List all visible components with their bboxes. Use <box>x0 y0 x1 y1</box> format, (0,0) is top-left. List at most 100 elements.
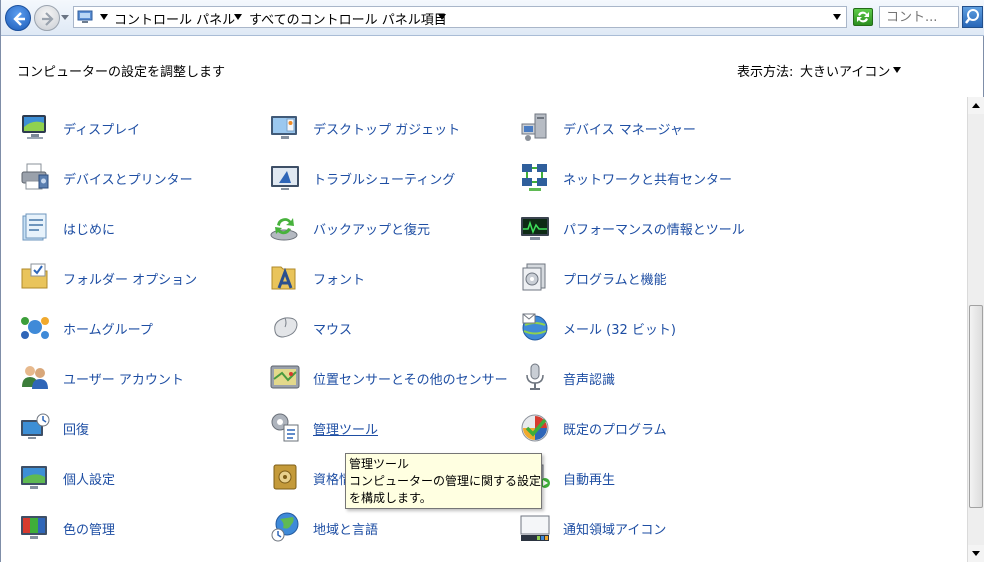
programs-icon <box>522 263 546 291</box>
item-fonts[interactable]: フォント <box>269 257 509 297</box>
search-box[interactable] <box>879 6 960 28</box>
view-by-label: 表示方法: <box>737 65 794 80</box>
item-label: はじめに <box>63 223 116 238</box>
region-language-icon <box>271 512 299 542</box>
item-label: 自動再生 <box>563 473 616 488</box>
breadcrumb-all-items[interactable]: すべてのコントロール パネル項目 <box>249 9 447 28</box>
backup-icon <box>270 218 298 241</box>
item-color-management[interactable]: 色の管理 <box>19 507 259 547</box>
scroll-thumb[interactable] <box>969 305 983 508</box>
display-icon <box>22 115 46 139</box>
item-programs-features[interactable]: プログラムと機能 <box>519 257 759 297</box>
item-label: 通知領域アイコン <box>563 523 667 538</box>
item-label: プログラムと機能 <box>563 273 667 288</box>
location-sensors-icon <box>270 365 300 389</box>
item-folder-options[interactable]: フォルダー オプション <box>19 257 259 297</box>
item-label: 既定のプログラム <box>563 423 667 438</box>
item-label: 管理ツール <box>313 423 379 438</box>
fonts-icon <box>271 266 296 290</box>
item-recovery[interactable]: 回復 <box>19 407 259 447</box>
refresh-button[interactable] <box>853 8 873 26</box>
item-label: 回復 <box>63 423 90 438</box>
item-administrative-tools[interactable]: 管理ツール <box>269 407 509 447</box>
search-button[interactable] <box>962 6 983 28</box>
view-by-dropdown-icon[interactable] <box>893 67 901 73</box>
folder-options-icon <box>21 263 48 289</box>
arrow-down-icon <box>972 551 980 556</box>
back-button[interactable] <box>5 5 31 31</box>
item-label: トラブルシューティング <box>313 173 456 188</box>
item-label: 色の管理 <box>63 523 116 538</box>
address-dropdown-icon[interactable] <box>833 14 841 20</box>
view-by-dropdown[interactable]: 大きいアイコン <box>800 61 890 80</box>
item-notification-area-icons[interactable]: 通知領域アイコン <box>519 507 759 547</box>
scroll-down-button[interactable] <box>968 545 984 562</box>
item-desktop-gadgets[interactable]: デスクトップ ガジェット <box>269 107 509 147</box>
credential-manager-icon <box>273 464 297 490</box>
microphone-icon <box>526 363 544 390</box>
item-backup-restore[interactable]: バックアップと復元 <box>269 207 509 247</box>
item-label: フォント <box>313 273 366 288</box>
item-personalization[interactable]: 個人設定 <box>19 457 259 497</box>
item-label: デスクトップ ガジェット <box>313 123 461 138</box>
mail-icon <box>522 313 548 341</box>
breadcrumb-arrow-icon[interactable] <box>438 14 446 20</box>
item-label: ネットワークと共有センター <box>563 173 733 188</box>
item-location-sensors[interactable]: 位置センサーとその他のセンサー <box>269 357 509 397</box>
item-label: 地域と言語 <box>313 523 379 538</box>
arrow-right-icon <box>42 12 54 26</box>
control-panel-icon <box>77 10 93 23</box>
getting-started-icon <box>22 213 47 241</box>
gadgets-icon <box>271 116 297 139</box>
address-bar: コントロール パネル すべてのコントロール パネル項目 <box>1 0 984 36</box>
printer-icon <box>21 163 49 190</box>
notification-area-icon <box>520 515 550 541</box>
item-default-programs[interactable]: 既定のプログラム <box>519 407 759 447</box>
breadcrumb-arrow-icon[interactable] <box>234 14 242 20</box>
item-display[interactable]: ディスプレイ <box>19 107 259 147</box>
homegroup-icon <box>21 317 49 339</box>
arrow-left-icon <box>13 12 25 26</box>
search-input[interactable] <box>880 7 960 27</box>
item-homegroup[interactable]: ホームグループ <box>19 307 259 347</box>
item-mail[interactable]: メール (32 ビット) <box>519 307 759 347</box>
scroll-up-button[interactable] <box>968 97 984 114</box>
vertical-scrollbar[interactable] <box>967 97 984 562</box>
breadcrumb-control-panel[interactable]: コントロール パネル <box>114 9 235 28</box>
recovery-icon <box>21 413 50 439</box>
item-region-language[interactable]: 地域と言語 <box>269 507 509 547</box>
tooltip-title: 管理ツール <box>349 457 410 471</box>
admin-tools-icon <box>271 413 299 442</box>
item-devices-printers[interactable]: デバイスとプリンター <box>19 157 259 197</box>
tooltip: 管理ツール コンピューターの管理に関する設定 を構成します。 <box>345 453 542 509</box>
item-label: デバイスとプリンター <box>63 173 193 188</box>
item-user-accounts[interactable]: ユーザー アカウント <box>19 357 259 397</box>
address-field[interactable]: コントロール パネル すべてのコントロール パネル項目 <box>73 6 847 28</box>
item-getting-started[interactable]: はじめに <box>19 207 259 247</box>
item-label: 位置センサーとその他のセンサー <box>313 373 508 388</box>
performance-icon <box>521 217 549 240</box>
troubleshooting-icon <box>271 166 299 190</box>
item-label: 音声認識 <box>563 373 616 388</box>
item-speech-recognition[interactable]: 音声認識 <box>519 357 759 397</box>
color-management-icon <box>21 516 47 539</box>
breadcrumb-arrow-icon[interactable] <box>100 14 108 20</box>
item-label: 個人設定 <box>63 473 116 488</box>
item-network-sharing[interactable]: ネットワークと共有センター <box>519 157 759 197</box>
item-label: ホームグループ <box>63 323 153 338</box>
search-icon <box>965 9 979 24</box>
personalization-icon <box>21 466 47 489</box>
item-label: ディスプレイ <box>63 123 141 138</box>
item-autoplay[interactable]: 自動再生 <box>519 457 759 497</box>
item-device-manager[interactable]: デバイス マネージャー <box>519 107 759 147</box>
default-programs-icon <box>521 414 549 442</box>
history-dropdown-icon[interactable] <box>61 12 69 22</box>
item-label: ユーザー アカウント <box>63 373 184 388</box>
arrow-up-icon <box>972 103 980 108</box>
page-title: コンピューターの設定を調整します <box>17 65 226 80</box>
forward-button[interactable] <box>34 5 60 31</box>
item-mouse[interactable]: マウス <box>269 307 509 347</box>
item-performance[interactable]: パフォーマンスの情報とツール <box>519 207 759 247</box>
item-troubleshooting[interactable]: トラブルシューティング <box>269 157 509 197</box>
item-label: フォルダー オプション <box>63 273 198 288</box>
